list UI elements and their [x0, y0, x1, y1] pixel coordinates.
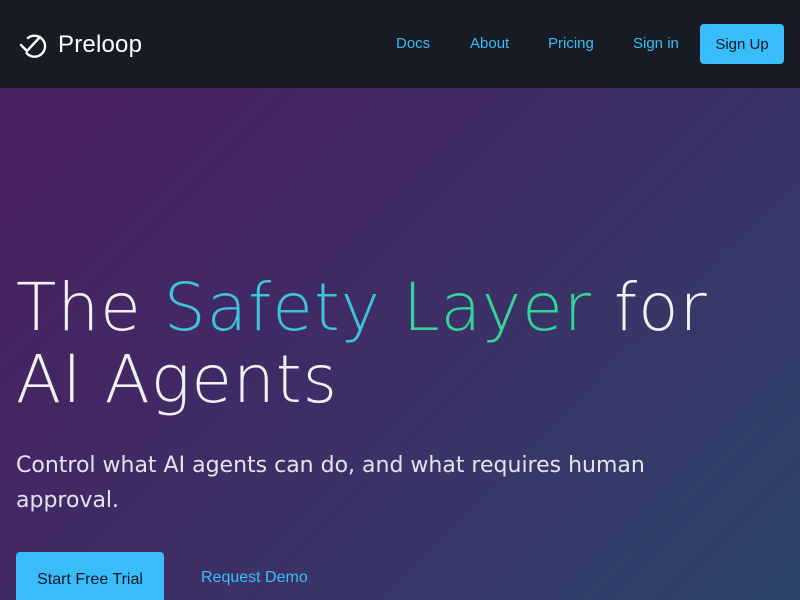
start-free-trial-button[interactable]: Start Free Trial — [16, 552, 164, 600]
top-navbar: Preloop Docs About Pricing Sign in Sign … — [0, 0, 800, 88]
headline-space — [381, 269, 403, 346]
nav-link-docs[interactable]: Docs — [396, 35, 430, 52]
hero-section: The Safety Layer for AI Agents Control w… — [0, 88, 800, 600]
request-demo-link[interactable]: Request Demo — [201, 569, 308, 587]
sign-up-button[interactable]: Sign Up — [700, 24, 784, 64]
headline-highlight-layer: Layer — [402, 269, 592, 346]
headline-highlight-safety: Safety — [163, 269, 381, 346]
hero-subtitle: Control what AI agents can do, and what … — [16, 453, 645, 513]
nav-link-pricing[interactable]: Pricing — [548, 35, 594, 52]
headline-part-1: The — [16, 269, 164, 346]
hero-headline: The Safety Layer for AI Agents — [16, 272, 776, 416]
main-nav: Docs About Pricing Sign in — [0, 0, 800, 88]
nav-link-about[interactable]: About — [470, 35, 509, 52]
nav-link-sign-in[interactable]: Sign in — [633, 35, 679, 52]
